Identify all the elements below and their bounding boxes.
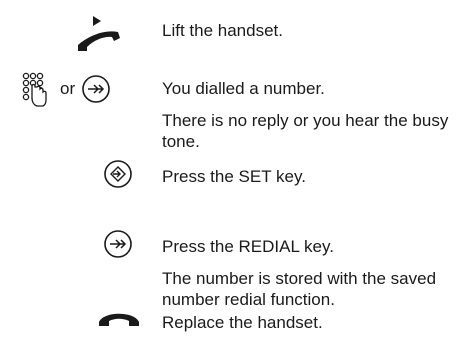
redial-key-icon	[81, 74, 111, 109]
step-lift-handset: Lift the handset.	[162, 21, 283, 40]
replace-handset-icon	[98, 308, 140, 333]
or-label: or	[60, 79, 76, 98]
step-replace-handset: Replace the handset.	[162, 313, 323, 332]
keypad-icon	[22, 72, 48, 117]
step-number-stored: The number is stored with the saved numb…	[162, 269, 437, 309]
step-set-key: Press the SET key.	[162, 167, 306, 186]
redial-key-icon	[103, 229, 133, 264]
step-dialled-number: You dialled a number.	[162, 79, 325, 98]
set-key-icon	[103, 159, 133, 194]
lift-handset-icon	[74, 12, 122, 57]
step-no-reply: There is no reply or you hear the busy t…	[162, 111, 449, 151]
step-redial-key: Press the REDIAL key.	[162, 237, 334, 256]
